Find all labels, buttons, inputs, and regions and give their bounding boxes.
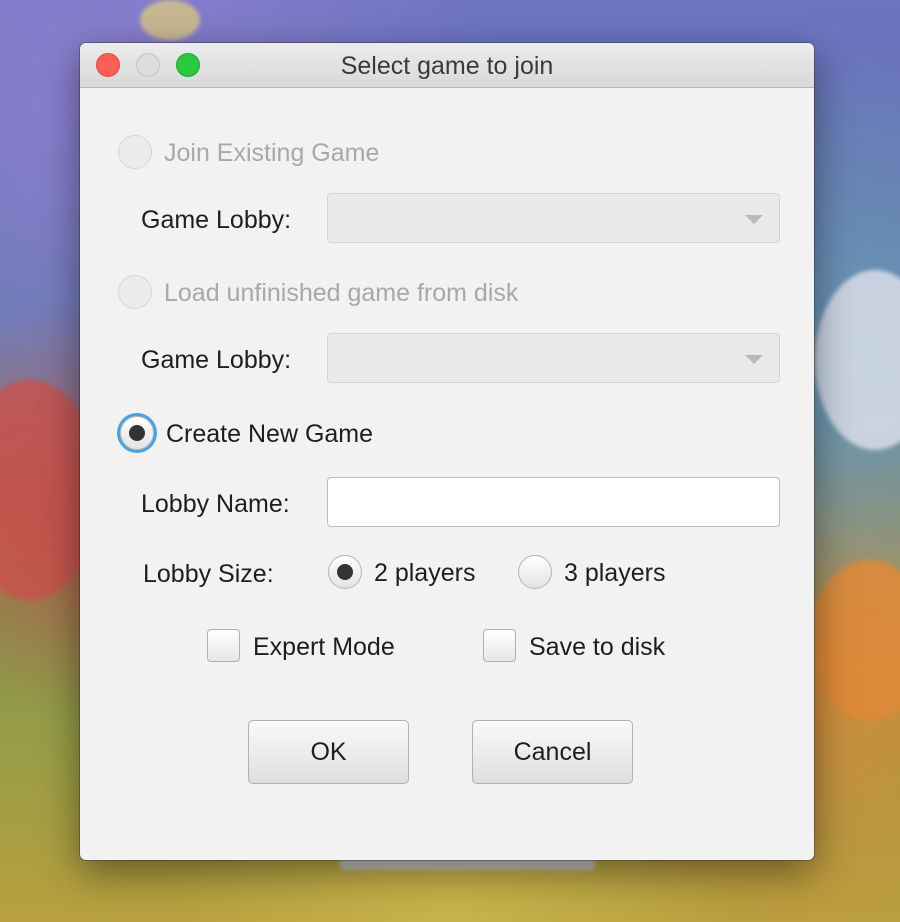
- lobby-size-label: Lobby Size:: [143, 560, 274, 588]
- save-to-disk-label: Save to disk: [529, 633, 666, 661]
- lobby-name-label: Lobby Name:: [141, 490, 290, 518]
- radio-selected-dot: [129, 425, 145, 441]
- lobby-size-3-label: 3 players: [564, 559, 666, 587]
- dropdown-arrow-icon: [745, 215, 763, 224]
- lobby-name-input[interactable]: [327, 477, 780, 527]
- dropdown-arrow-icon: [745, 355, 763, 364]
- title-bar: Select game to join: [80, 43, 814, 88]
- create-new-game-label: Create New Game: [166, 420, 374, 448]
- join-game-lobby-label: Game Lobby:: [141, 206, 292, 234]
- join-existing-label: Join Existing Game: [164, 139, 380, 167]
- lobby-size-3-radio[interactable]: [518, 555, 552, 589]
- load-unfinished-radio[interactable]: [118, 275, 152, 309]
- expert-mode-checkbox[interactable]: [207, 629, 240, 662]
- background-art-blob: [140, 0, 200, 40]
- ok-button[interactable]: OK: [248, 720, 409, 784]
- select-game-dialog: Select game to join Join Existing Game G…: [80, 43, 814, 860]
- lobby-size-2-radio[interactable]: [328, 555, 362, 589]
- join-existing-radio[interactable]: [118, 135, 152, 169]
- join-game-lobby-select[interactable]: [327, 193, 780, 243]
- load-game-lobby-label: Game Lobby:: [141, 346, 292, 374]
- load-unfinished-label: Load unfinished game from disk: [164, 279, 519, 307]
- save-to-disk-checkbox[interactable]: [483, 629, 516, 662]
- radio-selected-dot: [337, 564, 353, 580]
- expert-mode-label: Expert Mode: [253, 633, 395, 661]
- cancel-button[interactable]: Cancel: [472, 720, 633, 784]
- lobby-size-2-label: 2 players: [374, 559, 476, 587]
- load-game-lobby-select[interactable]: [327, 333, 780, 383]
- window-title: Select game to join: [340, 52, 554, 80]
- create-new-game-radio[interactable]: [120, 416, 154, 450]
